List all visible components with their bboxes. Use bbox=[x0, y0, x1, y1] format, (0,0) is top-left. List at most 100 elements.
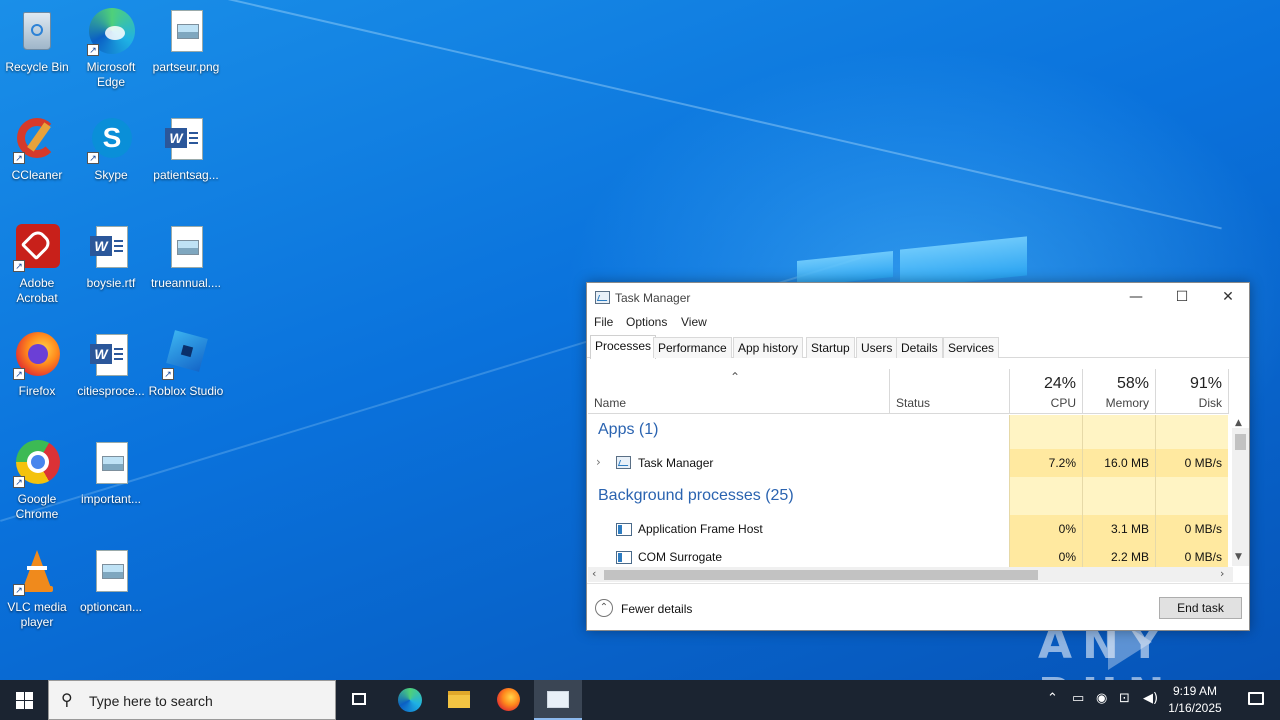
desktop-icon-ccleaner[interactable]: ↗ CCleaner bbox=[0, 116, 75, 183]
scroll-up-icon[interactable]: ▲ bbox=[1235, 418, 1242, 428]
desktop-icon-roblox-studio[interactable]: ↗ Roblox Studio bbox=[148, 330, 224, 399]
vertical-scroll-thumb[interactable] bbox=[1235, 434, 1246, 450]
taskbar-firefox-button[interactable] bbox=[484, 680, 532, 720]
vlc-icon: ↗ bbox=[13, 548, 61, 596]
footer-bar: ⌃ Fewer details End task bbox=[587, 583, 1249, 630]
desktop-icon-citiesproce[interactable]: W citiesproce... bbox=[73, 332, 149, 399]
desktop-icon-label: Roblox Studio bbox=[148, 384, 224, 398]
desktop-icon-trueannual[interactable]: trueannual.... bbox=[148, 224, 224, 291]
group-header-background[interactable]: Background processes (25) bbox=[588, 487, 1228, 515]
end-task-button[interactable]: End task bbox=[1159, 597, 1242, 619]
table-row[interactable]: COM Surrogate 0% 2.2 MB 0 MB/s bbox=[588, 543, 1228, 567]
table-row[interactable]: › Task Manager 7.2% 16.0 MB 0 MB/s bbox=[588, 449, 1228, 477]
desktop-icon-skype[interactable]: S ↗ Skype bbox=[73, 116, 149, 183]
column-header-memory[interactable]: 58% Memory bbox=[1083, 369, 1156, 414]
tab-performance[interactable]: Performance bbox=[653, 337, 732, 358]
roblox-studio-icon: ↗ bbox=[162, 330, 210, 380]
desktop-icon-label: patientsag... bbox=[153, 168, 219, 182]
desktop-icon-optioncan[interactable]: optioncan... bbox=[73, 548, 149, 615]
image-file-icon bbox=[87, 440, 135, 488]
task-view-button[interactable] bbox=[336, 680, 384, 720]
meet-now-icon[interactable]: ◉ bbox=[1096, 691, 1107, 706]
desktop-icon-important[interactable]: important... bbox=[73, 440, 149, 507]
sort-caret-icon: ⌃ bbox=[730, 370, 741, 384]
desktop-icon-vlc[interactable]: ↗ VLC media player bbox=[0, 548, 75, 630]
table-row[interactable]: Application Frame Host 0% 3.1 MB 0 MB/s bbox=[588, 515, 1228, 543]
menu-view[interactable]: View bbox=[681, 315, 707, 329]
desktop-icon-label: Adobe Acrobat bbox=[16, 276, 58, 305]
close-button[interactable]: ✕ bbox=[1205, 283, 1251, 311]
desktop-icon-label: VLC media player bbox=[7, 600, 67, 629]
tab-details[interactable]: Details bbox=[896, 337, 943, 358]
title-bar[interactable]: Task Manager — ☐ ✕ bbox=[587, 283, 1249, 311]
desktop-icon-edge[interactable]: ↗ Microsoft Edge bbox=[73, 8, 149, 90]
vertical-scrollbar[interactable]: ▲ ▼ bbox=[1232, 418, 1249, 566]
group-header-apps[interactable]: Apps (1) bbox=[588, 421, 1228, 449]
minimize-icon: — bbox=[1129, 289, 1143, 305]
action-center-button[interactable] bbox=[1232, 680, 1280, 720]
recycle-bin-icon bbox=[13, 8, 61, 56]
chevron-up-icon[interactable]: ⌃ bbox=[595, 599, 613, 617]
scroll-left-icon[interactable]: ‹ bbox=[592, 567, 596, 580]
shortcut-arrow-icon: ↗ bbox=[13, 152, 25, 164]
maximize-button[interactable]: ☐ bbox=[1159, 283, 1205, 311]
scroll-right-icon[interactable]: › bbox=[1220, 567, 1224, 580]
fewer-details-link[interactable]: Fewer details bbox=[621, 602, 692, 616]
desktop-icon-boysie[interactable]: W boysie.rtf bbox=[73, 224, 149, 291]
skype-icon: S ↗ bbox=[87, 116, 135, 164]
desktop-icon-label: partseur.png bbox=[152, 60, 220, 74]
taskbar-clock[interactable]: 9:19 AM 1/16/2025 bbox=[1160, 683, 1230, 717]
taskbar-edge-button[interactable] bbox=[386, 680, 434, 720]
taskbar-task-manager-button[interactable] bbox=[534, 680, 582, 720]
desktop-icon-label: important... bbox=[80, 492, 142, 506]
column-header-name[interactable]: ⌃ Name bbox=[588, 369, 890, 414]
network-icon[interactable]: ⊡ bbox=[1119, 691, 1130, 706]
word-doc-icon: W bbox=[87, 332, 135, 380]
desktop-icon-acrobat[interactable]: ↗ Adobe Acrobat bbox=[0, 224, 75, 306]
chevron-up-icon[interactable]: ⌃ bbox=[1047, 691, 1058, 706]
desktop-icon-partseur[interactable]: partseur.png bbox=[148, 8, 224, 75]
tab-users[interactable]: Users bbox=[856, 337, 898, 358]
taskbar-search-box[interactable]: ⚲ Type here to search bbox=[48, 680, 336, 720]
process-icon bbox=[616, 551, 632, 564]
minimize-button[interactable]: — bbox=[1113, 283, 1159, 311]
tab-startup[interactable]: Startup bbox=[806, 337, 855, 358]
tab-app-history[interactable]: App history bbox=[733, 337, 804, 358]
tab-processes[interactable]: Processes bbox=[590, 335, 657, 359]
tab-strip: Processes Performance App history Startu… bbox=[587, 335, 1249, 359]
horizontal-scroll-thumb[interactable] bbox=[604, 570, 1038, 580]
maximize-icon: ☐ bbox=[1175, 289, 1189, 305]
device-icon[interactable]: ▭ bbox=[1072, 691, 1084, 706]
desktop-icon-patientsag[interactable]: W patientsag... bbox=[148, 116, 224, 183]
edge-icon: ↗ bbox=[87, 8, 135, 56]
chrome-icon: ↗ bbox=[13, 440, 61, 488]
shortcut-arrow-icon: ↗ bbox=[13, 260, 25, 272]
desktop-icon-chrome[interactable]: ↗ Google Chrome bbox=[0, 440, 75, 522]
desktop-icon-label: Google Chrome bbox=[15, 492, 59, 521]
image-file-icon bbox=[162, 8, 210, 56]
start-button[interactable] bbox=[0, 680, 48, 720]
column-header-status[interactable]: Status bbox=[890, 369, 1010, 414]
windows-logo-icon bbox=[16, 692, 24, 700]
desktop-icon-recycle-bin[interactable]: Recycle Bin bbox=[0, 8, 75, 75]
column-header-row: ⌃ Name Status 24% CPU 58% Memory 91% Dis… bbox=[588, 369, 1229, 414]
scroll-down-icon[interactable]: ▼ bbox=[1235, 552, 1242, 562]
acrobat-icon: ↗ bbox=[13, 224, 61, 272]
desktop-icon-firefox[interactable]: ↗ Firefox bbox=[0, 332, 75, 399]
horizontal-scrollbar[interactable]: ‹ › bbox=[588, 567, 1233, 582]
expand-chevron-icon[interactable]: › bbox=[596, 455, 601, 469]
tab-services[interactable]: Services bbox=[943, 337, 1000, 358]
edge-icon bbox=[398, 688, 422, 712]
task-manager-window[interactable]: Task Manager — ☐ ✕ File Options View Pro… bbox=[586, 282, 1250, 631]
memory-percent: 58% bbox=[1116, 375, 1149, 392]
firefox-icon bbox=[497, 688, 520, 711]
menu-options[interactable]: Options bbox=[626, 315, 667, 329]
cpu-percent: 24% bbox=[1043, 375, 1076, 392]
column-header-cpu[interactable]: 24% CPU bbox=[1010, 369, 1083, 414]
column-header-disk[interactable]: 91% Disk bbox=[1156, 369, 1229, 414]
menu-file[interactable]: File bbox=[594, 315, 613, 329]
desktop-icon-label: citiesproce... bbox=[77, 384, 145, 398]
taskbar-file-explorer-button[interactable] bbox=[435, 680, 483, 720]
volume-icon[interactable]: ◀) bbox=[1143, 691, 1158, 706]
shortcut-arrow-icon: ↗ bbox=[13, 368, 25, 380]
